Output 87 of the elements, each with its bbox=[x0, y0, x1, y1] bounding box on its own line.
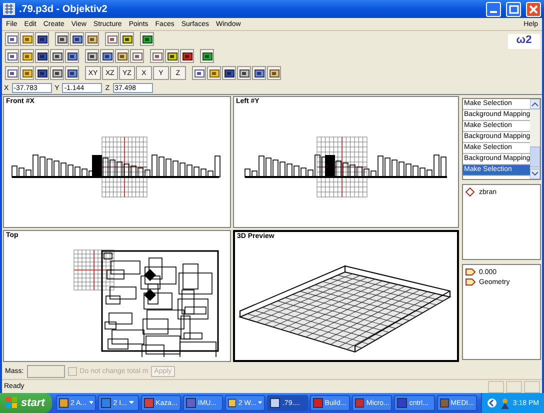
square-icon bbox=[6, 34, 18, 44]
square-icon bbox=[122, 34, 132, 44]
minimize-icon bbox=[490, 10, 497, 12]
toolbar-button[interactable] bbox=[35, 32, 49, 46]
windows-logo-icon bbox=[6, 397, 18, 409]
toolbar-button[interactable] bbox=[35, 49, 49, 63]
square-icon bbox=[208, 68, 220, 78]
app-icon bbox=[186, 398, 196, 408]
app-icon bbox=[59, 398, 69, 408]
tag-icon bbox=[465, 267, 476, 277]
app-icon bbox=[270, 398, 280, 408]
square-icon bbox=[22, 68, 32, 78]
app-icon bbox=[228, 398, 236, 408]
app-icon bbox=[312, 398, 323, 408]
chevron-icon bbox=[486, 398, 497, 408]
square-icon bbox=[142, 34, 152, 44]
toolbar-button[interactable] bbox=[115, 49, 129, 63]
square-icon bbox=[66, 50, 78, 62]
person-icon bbox=[500, 398, 510, 408]
app-icon bbox=[440, 398, 449, 408]
toolbar-button[interactable] bbox=[140, 32, 154, 46]
toolbar-button[interactable] bbox=[192, 66, 206, 80]
square-icon bbox=[36, 50, 48, 62]
square-icon bbox=[202, 50, 212, 62]
square-icon bbox=[102, 50, 112, 62]
window-title: .79.p3d - Objektiv2 bbox=[19, 4, 108, 14]
toolbar-button[interactable] bbox=[5, 66, 19, 80]
toolbar-button[interactable] bbox=[50, 49, 64, 63]
square-icon bbox=[224, 68, 234, 78]
toolbar-button[interactable] bbox=[222, 66, 236, 80]
dropdown-arrow-icon bbox=[258, 401, 262, 405]
toolbar-button[interactable] bbox=[85, 32, 99, 46]
toolbar-button[interactable] bbox=[120, 32, 134, 46]
minimize-button[interactable] bbox=[486, 2, 501, 16]
square-icon bbox=[268, 68, 280, 78]
square-icon bbox=[166, 50, 178, 62]
toolbar-button[interactable] bbox=[70, 32, 84, 46]
toolbar-button[interactable] bbox=[5, 32, 19, 46]
maximize-button[interactable] bbox=[506, 2, 521, 16]
square-icon bbox=[152, 50, 162, 62]
toolbar-button[interactable] bbox=[50, 66, 64, 80]
square-icon bbox=[36, 68, 48, 78]
square-icon bbox=[6, 50, 18, 62]
selection-icon bbox=[465, 187, 476, 197]
toolbar-button[interactable] bbox=[165, 49, 179, 63]
toolbar-button[interactable] bbox=[5, 49, 19, 63]
close-icon bbox=[527, 2, 540, 16]
toolbar-button[interactable] bbox=[100, 49, 114, 63]
square-icon bbox=[36, 34, 48, 44]
tag-icon bbox=[465, 277, 476, 287]
toolbar-button[interactable] bbox=[55, 32, 69, 46]
square-icon bbox=[182, 50, 192, 62]
square-icon bbox=[6, 68, 18, 78]
app-icon bbox=[3, 3, 15, 15]
square-icon bbox=[86, 50, 98, 62]
app-icon bbox=[144, 398, 154, 408]
square-icon bbox=[66, 68, 78, 78]
app-icon bbox=[355, 398, 364, 408]
square-icon bbox=[194, 68, 204, 78]
toolbar-button[interactable] bbox=[237, 66, 251, 80]
logo: ω2 bbox=[508, 34, 540, 49]
square-icon bbox=[22, 34, 32, 44]
dropdown-arrow-icon bbox=[88, 401, 94, 405]
square-icon bbox=[52, 68, 62, 78]
square-icon bbox=[86, 34, 98, 44]
toolbar-button[interactable] bbox=[65, 49, 79, 63]
dropdown-arrow-icon bbox=[128, 401, 134, 405]
square-icon bbox=[22, 50, 32, 62]
square-icon bbox=[132, 50, 142, 62]
app-icon bbox=[101, 398, 112, 408]
square-icon bbox=[238, 68, 250, 78]
toolbar-button[interactable] bbox=[85, 49, 99, 63]
square-icon bbox=[106, 34, 118, 44]
square-icon bbox=[254, 68, 264, 78]
toolbar-button[interactable] bbox=[267, 66, 281, 80]
app-icon bbox=[397, 398, 408, 408]
toolbar-button[interactable] bbox=[180, 49, 194, 63]
square-icon bbox=[72, 34, 82, 44]
square-icon bbox=[56, 34, 68, 44]
maximize-icon bbox=[507, 2, 520, 16]
close-button[interactable] bbox=[526, 2, 541, 16]
toolbar-button[interactable] bbox=[65, 66, 79, 80]
toolbar-button[interactable] bbox=[200, 49, 214, 63]
toolbar-button[interactable] bbox=[35, 66, 49, 80]
square-icon bbox=[116, 50, 128, 62]
toolbar-button[interactable] bbox=[252, 66, 266, 80]
square-icon bbox=[52, 50, 62, 62]
